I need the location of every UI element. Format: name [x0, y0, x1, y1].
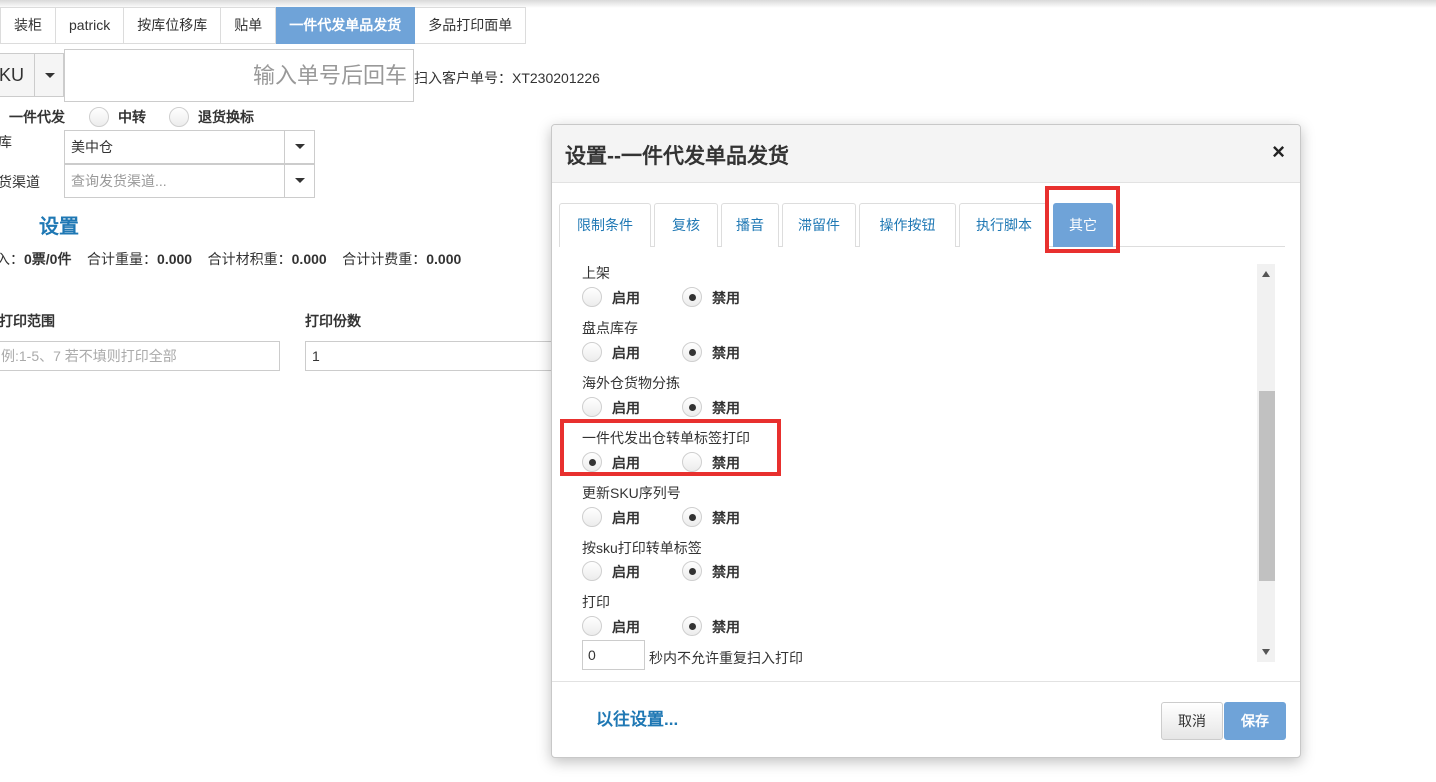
ship-type-dropship-label[interactable]: 一件代发 [9, 107, 65, 127]
modal-title: 设置--一件代发单品发货 [565, 145, 789, 168]
tab-label-attach[interactable]: 贴单 [221, 7, 277, 44]
stats-weight-label: 合计重量： [87, 251, 158, 267]
sorting-enable-radio[interactable] [582, 397, 602, 417]
print-range-input[interactable]: 例:1-5、7 若不填则打印全部 [0, 341, 280, 371]
settings-scrollbar[interactable] [1257, 264, 1275, 662]
scan-input[interactable]: 输入单号后回车 [64, 49, 414, 102]
inventory-enable-label[interactable]: 启用 [612, 343, 640, 363]
setting-title-sku-serial: 更新SKU序列号 [582, 485, 681, 501]
shelving-enable-radio[interactable] [582, 287, 602, 307]
inventory-disable-radio[interactable] [682, 342, 702, 362]
close-icon[interactable]: × [1272, 139, 1285, 165]
previous-settings-link[interactable]: 以往设置... [596, 705, 678, 730]
settings-modal: 设置--一件代发单品发货 × 限制条件 复核 播音 滞留件 操作按钮 执行脚本 … [551, 124, 1301, 758]
ship-type-return-radio[interactable] [169, 107, 189, 127]
tab-single-item-dropship[interactable]: 一件代发单品发货 [276, 7, 416, 44]
scroll-up-icon[interactable] [1262, 271, 1270, 277]
tab-audio[interactable]: 播音 [721, 203, 779, 247]
sku-label-enable-label[interactable]: 启用 [612, 562, 640, 582]
ship-type-return-label[interactable]: 退货换标 [198, 107, 254, 127]
scan-stats: 入：0票/0件 合计重量：0.000 合计材积重：0.000 合计计费重：0.0… [0, 249, 461, 269]
warehouse-dropdown-toggle[interactable] [284, 131, 314, 163]
sku-serial-enable-label[interactable]: 启用 [612, 508, 640, 528]
shelving-enable-label[interactable]: 启用 [612, 288, 640, 308]
stats-material: 0.000 [291, 251, 327, 267]
repeat-seconds-input[interactable]: 0 [582, 640, 645, 670]
ship-type-transfer-label[interactable]: 中转 [118, 107, 146, 127]
print-disable-radio[interactable] [682, 616, 702, 636]
repeat-seconds-text: 秒内不允许重复扫入打印 [649, 650, 803, 666]
scan-info: 扫入客户单号：XT230201226 [414, 70, 600, 86]
modal-tabs: 限制条件 复核 播音 滞留件 操作按钮 执行脚本 其它 [559, 203, 1285, 247]
scan-mode-dropdown[interactable] [34, 53, 64, 97]
shelving-disable-label[interactable]: 禁用 [712, 288, 740, 308]
chevron-down-icon [45, 73, 55, 78]
print-disable-label[interactable]: 禁用 [712, 617, 740, 637]
highlight-dropship-label-setting [560, 419, 781, 476]
tab-scripts[interactable]: 执行脚本 [959, 203, 1049, 247]
sku-serial-enable-radio[interactable] [582, 507, 602, 527]
tab-action-buttons[interactable]: 操作按钮 [859, 203, 956, 247]
warehouse-value: 美中仓 [71, 139, 113, 155]
setting-title-sorting: 海外仓货物分拣 [582, 375, 680, 391]
setting-title-inventory: 盘点库存 [582, 320, 638, 336]
scrollbar-thumb[interactable] [1259, 391, 1275, 581]
stats-prefix: 入： [0, 251, 24, 267]
highlight-tab-other [1045, 186, 1120, 253]
stats-material-label: 合计材积重： [207, 251, 292, 267]
chevron-down-icon [295, 144, 305, 149]
channel-label: 货渠道 [0, 174, 40, 190]
sorting-enable-label[interactable]: 启用 [612, 398, 640, 418]
page-tabs: 装柜 patrick 按库位移库 贴单 一件代发单品发货 多品打印面单 [0, 7, 527, 44]
stats-billing-label: 合计计费重： [342, 251, 427, 267]
chevron-down-icon [295, 178, 305, 183]
print-copies-input[interactable]: 1 [305, 341, 555, 371]
sorting-disable-label[interactable]: 禁用 [712, 398, 740, 418]
modal-header: 设置--一件代发单品发货 × [552, 125, 1300, 183]
stats-billing: 0.000 [426, 251, 462, 267]
print-copies-label: 打印份数 [305, 313, 361, 329]
tab-patrick[interactable]: patrick [56, 7, 125, 44]
shelving-disable-radio[interactable] [682, 287, 702, 307]
warehouse-select[interactable]: 美中仓 [64, 130, 315, 164]
setting-title-print: 打印 [582, 594, 610, 610]
tab-restrictions[interactable]: 限制条件 [559, 203, 651, 247]
scroll-down-icon[interactable] [1262, 649, 1270, 655]
sku-label-disable-radio[interactable] [682, 561, 702, 581]
channel-dropdown-toggle[interactable] [284, 165, 314, 197]
print-range-label: 打印范围 [0, 313, 55, 329]
cancel-button[interactable]: 取消 [1161, 702, 1223, 740]
setting-title-shelving: 上架 [582, 265, 610, 281]
channel-placeholder: 查询发货渠道... [71, 173, 167, 189]
tab-held-items[interactable]: 滞留件 [782, 203, 856, 247]
setting-title-sku-label-print: 按sku打印转单标签 [582, 540, 702, 556]
warehouse-label: 库 [0, 134, 12, 150]
tab-container-loading[interactable]: 装柜 [0, 7, 56, 44]
tab-multi-item-print[interactable]: 多品打印面单 [415, 7, 527, 44]
sku-label-disable-label[interactable]: 禁用 [712, 562, 740, 582]
settings-link[interactable]: 设置 [39, 210, 79, 239]
inventory-disable-label[interactable]: 禁用 [712, 343, 740, 363]
tab-review[interactable]: 复核 [654, 203, 718, 247]
stats-weight: 0.000 [157, 251, 193, 267]
ship-type-transfer-radio[interactable] [89, 107, 109, 127]
channel-select[interactable]: 查询发货渠道... [64, 164, 315, 198]
inventory-enable-radio[interactable] [582, 342, 602, 362]
sku-label-enable-radio[interactable] [582, 561, 602, 581]
tab-location-transfer[interactable]: 按库位移库 [124, 7, 222, 44]
scan-mode-button[interactable]: KU [0, 53, 34, 97]
sku-serial-disable-radio[interactable] [682, 507, 702, 527]
sku-serial-disable-label[interactable]: 禁用 [712, 508, 740, 528]
modal-footer-divider [552, 681, 1300, 682]
print-enable-radio[interactable] [582, 616, 602, 636]
stats-count: 0票/0件 [24, 251, 72, 267]
sorting-disable-radio[interactable] [682, 397, 702, 417]
print-enable-label[interactable]: 启用 [612, 617, 640, 637]
save-button[interactable]: 保存 [1224, 702, 1286, 740]
